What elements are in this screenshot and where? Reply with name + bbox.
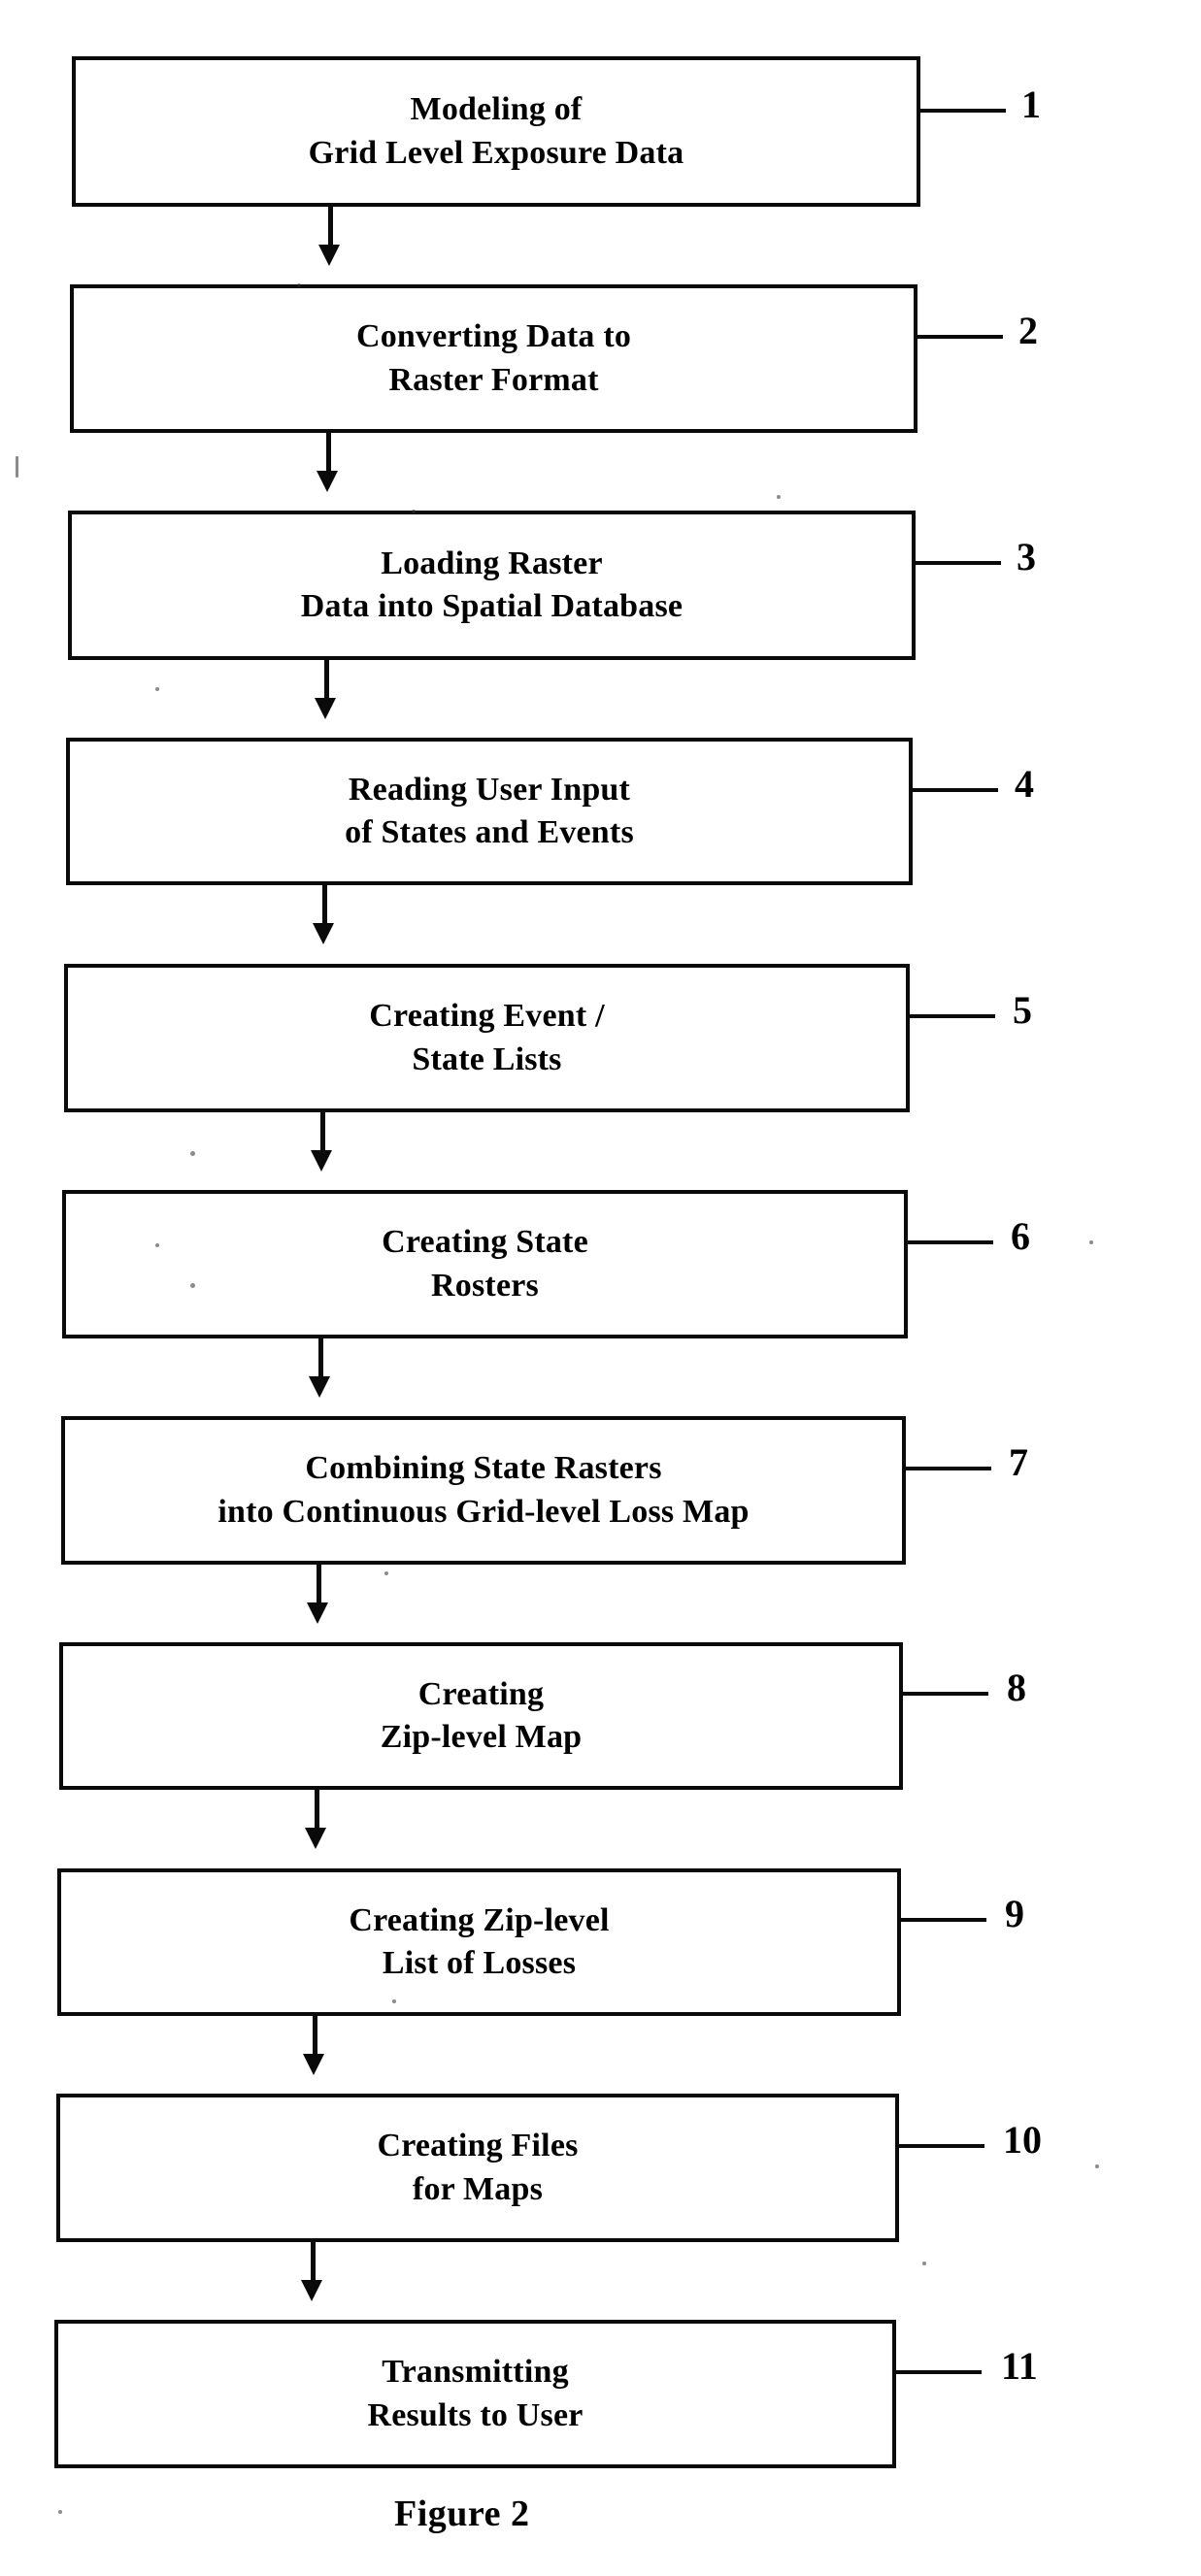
flow-step-7-line-1: Combining State Rasters [305,1447,661,1490]
flow-step-1-line-2: Grid Level Exposure Data [309,132,684,175]
scan-speck [155,687,159,691]
connector-arrowhead-1-to-2 [318,245,340,266]
connector-arrowhead-5-to-6 [311,1150,332,1172]
scan-speck [412,510,416,513]
connector-arrowhead-6-to-7 [309,1376,330,1398]
flow-step-4[interactable]: Reading User Input of States and Events [66,738,913,885]
reference-numeral-1: 1 [1021,85,1041,124]
scan-speck [58,2510,62,2514]
flow-step-11[interactable]: Transmitting Results to User [54,2320,896,2468]
connector-arrowhead-9-to-10 [303,2054,324,2075]
leader-line-10 [899,2144,984,2148]
flow-step-1-line-1: Modeling of [411,88,583,131]
flow-step-5[interactable]: Creating Event / State Lists [64,964,910,1112]
flow-step-3-line-2: Data into Spatial Database [301,585,683,628]
leader-line-9 [901,1918,986,1922]
flow-step-10[interactable]: Creating Files for Maps [56,2094,899,2242]
connector-arrowhead-8-to-9 [305,1828,326,1849]
scan-speck [922,2262,926,2265]
scan-speck [155,1243,159,1247]
flow-step-2-line-1: Converting Data to [356,315,631,358]
scan-speck [1095,2164,1099,2168]
connector-arrowhead-10-to-11 [301,2280,322,2301]
connector-arrow-7-to-8 [317,1565,321,1605]
connector-arrow-4-to-5 [322,885,327,926]
connector-arrowhead-3-to-4 [315,698,336,719]
connector-arrowhead-4-to-5 [313,923,334,944]
flow-step-3-line-1: Loading Raster [381,543,603,585]
flow-step-9-line-2: List of Losses [383,1942,576,1985]
connector-arrow-8-to-9 [315,1790,319,1831]
reference-numeral-4: 4 [1015,765,1034,804]
scan-speck [392,1999,396,2003]
reference-numeral-7: 7 [1009,1443,1028,1482]
reference-numeral-10: 10 [1003,2121,1042,2160]
flow-step-6-line-2: Rosters [431,1265,539,1307]
reference-numeral-6: 6 [1011,1217,1030,1256]
leader-line-1 [920,109,1006,113]
connector-arrowhead-7-to-8 [307,1602,328,1624]
scan-speck [190,1151,195,1156]
leader-line-2 [917,335,1003,339]
flow-step-7-line-2: into Continuous Grid-level Loss Map [217,1491,749,1534]
scan-speck [190,1283,195,1288]
flow-step-9[interactable]: Creating Zip-level List of Losses [57,1868,901,2016]
connector-arrow-1-to-2 [328,207,333,248]
flow-step-4-line-2: of States and Events [345,811,634,854]
flow-step-3[interactable]: Loading Raster Data into Spatial Databas… [68,511,916,660]
flow-step-4-line-1: Reading User Input [349,769,630,811]
reference-numeral-5: 5 [1013,991,1032,1030]
leader-line-8 [903,1692,988,1696]
scan-speck [777,495,781,499]
leader-line-6 [908,1240,993,1244]
flow-step-8[interactable]: Creating Zip-level Map [59,1642,903,1790]
flow-step-5-line-1: Creating Event / [369,995,604,1038]
flow-step-8-line-1: Creating [418,1673,544,1716]
flow-step-1[interactable]: Modeling of Grid Level Exposure Data [72,56,920,207]
scan-speck [16,456,18,478]
flow-step-11-line-1: Transmitting [382,2351,569,2394]
flow-step-11-line-2: Results to User [367,2394,583,2437]
leader-line-3 [916,561,1001,565]
leader-line-4 [913,788,998,792]
connector-arrow-9-to-10 [313,2016,317,2057]
figure-page: Modeling of Grid Level Exposure Data Con… [0,0,1201,2576]
scan-speck [384,1571,388,1575]
reference-numeral-3: 3 [1017,538,1036,577]
scan-speck [1089,1240,1093,1244]
reference-numeral-2: 2 [1018,312,1038,350]
leader-line-5 [910,1014,995,1018]
leader-line-11 [896,2370,982,2374]
connector-arrow-6-to-7 [318,1338,323,1379]
flow-step-8-line-2: Zip-level Map [381,1716,583,1759]
figure-caption: Figure 2 [394,2493,529,2535]
connector-arrow-5-to-6 [320,1112,325,1153]
connector-arrow-3-to-4 [324,660,329,701]
flow-step-6-line-1: Creating State [382,1221,588,1264]
leader-line-7 [906,1467,991,1470]
connector-arrow-10-to-11 [311,2242,316,2283]
reference-numeral-11: 11 [1001,2347,1038,2386]
flow-step-10-line-1: Creating Files [377,2125,578,2167]
flow-step-2[interactable]: Converting Data to Raster Format [70,284,917,433]
flow-step-6[interactable]: Creating State Rosters [62,1190,908,1338]
scan-speck [297,283,301,287]
reference-numeral-8: 8 [1007,1668,1026,1707]
flow-step-5-line-2: State Lists [412,1039,561,1081]
flow-step-2-line-2: Raster Format [388,359,598,402]
flow-step-9-line-1: Creating Zip-level [349,1899,609,1942]
connector-arrowhead-2-to-3 [317,471,338,492]
flow-step-10-line-2: for Maps [413,2168,543,2211]
flow-step-7[interactable]: Combining State Rasters into Continuous … [61,1416,906,1565]
connector-arrow-2-to-3 [326,433,331,474]
reference-numeral-9: 9 [1005,1895,1024,1933]
